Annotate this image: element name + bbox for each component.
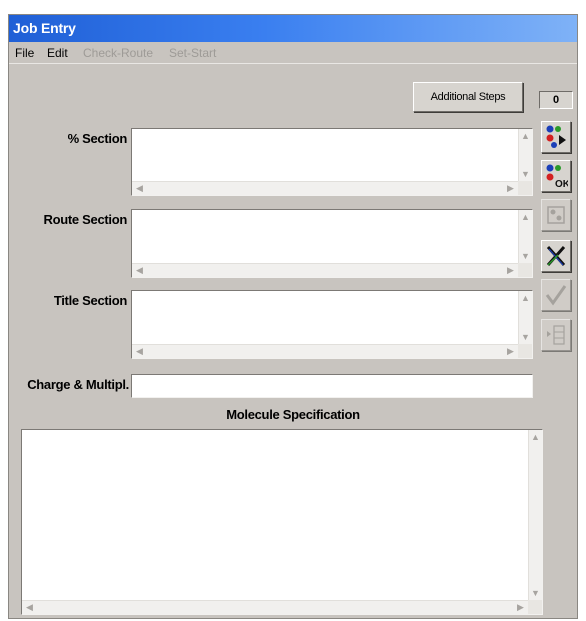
additional-steps-button[interactable]: Additional Steps bbox=[413, 82, 523, 112]
list-button[interactable] bbox=[541, 319, 571, 351]
scroll-corner bbox=[528, 600, 542, 614]
title-section-input[interactable]: ▲ ▼ ◀ ▶ bbox=[131, 290, 533, 359]
vertical-scrollbar[interactable]: ▲ ▼ bbox=[518, 210, 532, 264]
scroll-corner bbox=[518, 263, 532, 277]
molecule-specification-input[interactable]: ▲ ▼ ◀ ▶ bbox=[21, 429, 543, 615]
route-section-input[interactable]: ▲ ▼ ◀ ▶ bbox=[131, 209, 533, 278]
title-section-label: Title Section bbox=[53, 293, 127, 308]
vertical-scrollbar[interactable]: ▲ ▼ bbox=[528, 430, 542, 601]
scroll-left-icon[interactable]: ◀ bbox=[23, 601, 36, 614]
scroll-right-icon[interactable]: ▶ bbox=[504, 345, 517, 358]
edit-job-icon bbox=[547, 206, 565, 224]
scroll-right-icon[interactable]: ▶ bbox=[504, 264, 517, 277]
charge-multiplicity-label: Charge & Multipl. bbox=[27, 377, 129, 392]
vertical-scrollbar[interactable]: ▲ ▼ bbox=[518, 291, 532, 345]
scroll-down-icon[interactable]: ▼ bbox=[529, 587, 542, 600]
svg-text:OK: OK bbox=[555, 179, 568, 189]
cancel-button[interactable] bbox=[541, 240, 571, 272]
route-section-label: Route Section bbox=[43, 212, 128, 227]
horizontal-scrollbar[interactable]: ◀ ▶ bbox=[22, 600, 528, 614]
menu-bar: File Edit Check-Route Set-Start bbox=[9, 42, 577, 64]
percent-section-label: % Section bbox=[67, 131, 128, 146]
ok-icon: OK bbox=[546, 164, 568, 189]
cancel-icon bbox=[546, 246, 566, 266]
scroll-left-icon[interactable]: ◀ bbox=[133, 264, 146, 277]
scroll-left-icon[interactable]: ◀ bbox=[133, 182, 146, 195]
menu-check-route[interactable]: Check-Route bbox=[83, 46, 153, 60]
scroll-right-icon[interactable]: ▶ bbox=[514, 601, 527, 614]
title-bar[interactable]: Job Entry bbox=[9, 15, 577, 42]
run-job-icon bbox=[546, 125, 566, 148]
scroll-up-icon[interactable]: ▲ bbox=[519, 211, 532, 224]
scroll-down-icon[interactable]: ▼ bbox=[519, 168, 532, 181]
scroll-corner bbox=[518, 181, 532, 195]
edit-job-button[interactable] bbox=[541, 199, 571, 231]
job-entry-window: Job Entry File Edit Check-Route Set-Star… bbox=[8, 14, 578, 619]
menu-file[interactable]: File bbox=[15, 46, 34, 60]
horizontal-scrollbar[interactable]: ◀ ▶ bbox=[132, 263, 518, 277]
run-job-button[interactable] bbox=[541, 121, 571, 153]
steps-counter: 0 bbox=[539, 91, 573, 109]
scroll-corner bbox=[518, 344, 532, 358]
scroll-up-icon[interactable]: ▲ bbox=[529, 431, 542, 444]
vertical-scrollbar[interactable]: ▲ ▼ bbox=[518, 129, 532, 182]
check-button[interactable] bbox=[541, 279, 571, 311]
scroll-down-icon[interactable]: ▼ bbox=[519, 331, 532, 344]
menu-edit[interactable]: Edit bbox=[47, 46, 68, 60]
scroll-right-icon[interactable]: ▶ bbox=[504, 182, 517, 195]
window-title: Job Entry bbox=[13, 20, 76, 36]
horizontal-scrollbar[interactable]: ◀ ▶ bbox=[132, 344, 518, 358]
scroll-up-icon[interactable]: ▲ bbox=[519, 130, 532, 143]
list-icon bbox=[547, 325, 565, 345]
menu-set-start[interactable]: Set-Start bbox=[169, 46, 216, 60]
scroll-down-icon[interactable]: ▼ bbox=[519, 250, 532, 263]
charge-multiplicity-input[interactable] bbox=[131, 374, 533, 398]
molecule-specification-heading: Molecule Specification bbox=[226, 407, 360, 422]
check-icon bbox=[545, 285, 567, 306]
horizontal-scrollbar[interactable]: ◀ ▶ bbox=[132, 181, 518, 195]
percent-section-input[interactable]: ▲ ▼ ◀ ▶ bbox=[131, 128, 533, 196]
ok-button[interactable]: OK bbox=[541, 160, 571, 192]
scroll-up-icon[interactable]: ▲ bbox=[519, 292, 532, 305]
scroll-left-icon[interactable]: ◀ bbox=[133, 345, 146, 358]
